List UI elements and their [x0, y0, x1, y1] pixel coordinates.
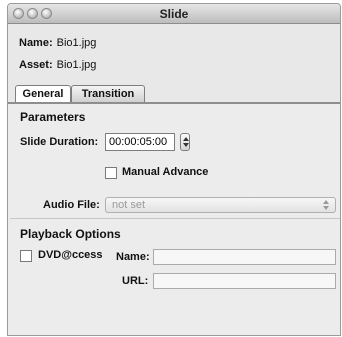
popup-arrows-icon — [323, 200, 329, 210]
slide-duration-stepper[interactable] — [180, 133, 190, 151]
playback-name-label: Name: — [116, 251, 150, 263]
dvd-access-label[interactable]: DVD@ccess — [38, 249, 103, 261]
stepper-up-icon[interactable] — [183, 137, 189, 141]
playback-url-label: URL: — [122, 275, 149, 287]
playback-options-section-title: Playback Options — [20, 227, 121, 241]
audio-file-value: not set — [112, 199, 146, 211]
info-asset-label: Asset: — [19, 59, 53, 71]
info-name-value: Bio1.jpg — [56, 37, 97, 49]
audio-file-label: Audio File: — [43, 199, 100, 211]
slide-duration-label: Slide Duration: — [20, 136, 99, 148]
slide-inspector-window: Slide Name: Bio1.jpg Asset: Bio1.jpg Gener… — [7, 3, 341, 336]
info-asset-row: Asset: Bio1.jpg — [19, 59, 96, 71]
window-title: Slide — [159, 7, 189, 21]
playback-name-field[interactable] — [153, 249, 336, 265]
manual-advance-checkbox[interactable] — [105, 167, 117, 179]
manual-advance-label[interactable]: Manual Advance — [122, 166, 208, 178]
info-name-label: Name: — [19, 37, 53, 49]
dvd-access-checkbox[interactable] — [20, 250, 32, 262]
slide-duration-field[interactable]: 00:00:05:00 — [105, 133, 175, 151]
playback-url-field[interactable] — [153, 273, 336, 289]
tab-transition[interactable]: Transition — [71, 85, 145, 103]
audio-file-popup[interactable]: not set — [105, 197, 336, 213]
parameters-section-title: Parameters — [20, 110, 86, 124]
title-bar[interactable]: Slide — [8, 4, 340, 24]
section-divider — [10, 218, 340, 219]
stepper-down-icon[interactable] — [183, 143, 189, 147]
info-name-row: Name: Bio1.jpg — [19, 37, 96, 49]
info-asset-value: Bio1.jpg — [56, 59, 97, 71]
